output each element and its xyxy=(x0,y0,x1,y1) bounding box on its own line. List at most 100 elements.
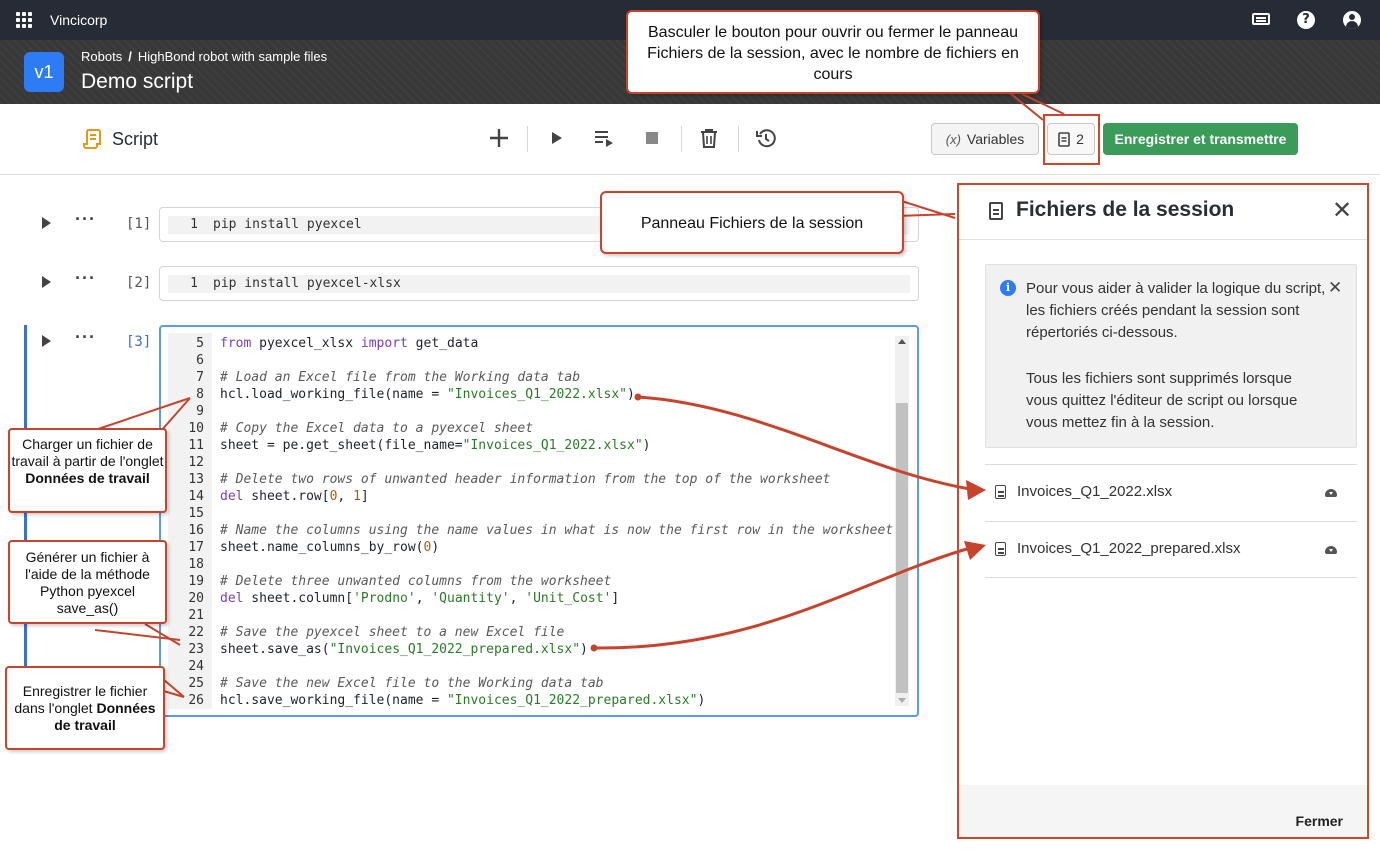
breadcrumb-robot[interactable]: HighBond robot with sample files xyxy=(138,49,327,64)
keyboard-icon[interactable] xyxy=(1252,13,1270,25)
code-line[interactable]: 16 # Name the columns using the name valu… xyxy=(168,522,893,539)
scroll-up-arrow[interactable] xyxy=(898,339,906,344)
scroll-thumb[interactable] xyxy=(896,403,908,693)
file-name[interactable]: Invoices_Q1_2022_prepared.xlsx xyxy=(1017,540,1240,557)
close-button[interactable]: Fermer xyxy=(1296,813,1343,829)
line-number: 16 xyxy=(188,523,204,538)
history-icon[interactable] xyxy=(754,126,778,150)
annotation-load-text: Charger un fichier de travail à partir d… xyxy=(11,436,164,469)
add-cell-icon[interactable] xyxy=(487,126,511,150)
code-cell-2[interactable]: 1 pip install pyexcel-xlsx xyxy=(159,266,919,301)
line-number: 12 xyxy=(188,455,204,470)
play-icon xyxy=(42,217,51,229)
panel-header: Fichiers de la session ✕ xyxy=(959,185,1367,240)
code-text[interactable]: hcl.load_working_file(name = "Invoices_Q… xyxy=(220,386,635,403)
script-toolbar: Script (x) Variables 2 Enregistrer et tr… xyxy=(0,104,1380,175)
info-paragraph-2: Tous les fichiers sont supprimés lorsque… xyxy=(1026,370,1298,431)
delete-cell-icon[interactable] xyxy=(697,126,721,150)
line-number: 25 xyxy=(188,676,204,691)
code-line[interactable]: pip install pyexcel-xlsx xyxy=(213,276,401,291)
code-text[interactable]: sheet = pe.get_sheet(file_name="Invoices… xyxy=(220,437,650,454)
code-line[interactable]: 11 sheet = pe.get_sheet(file_name="Invoic… xyxy=(168,437,888,454)
editor-scrollbar[interactable] xyxy=(895,336,909,706)
code-text[interactable]: del sheet.row[0, 1] xyxy=(220,488,369,505)
run-cell-3-button[interactable] xyxy=(42,335,51,347)
cell-1-menu-icon[interactable]: ··· xyxy=(75,210,96,228)
code-line[interactable]: 9 xyxy=(168,403,888,420)
code-line[interactable]: 7 # Load an Excel file from the Working d… xyxy=(168,369,888,386)
save-and-commit-button[interactable]: Enregistrer et transmettre xyxy=(1103,123,1298,155)
code-text[interactable]: from pyexcel_xlsx import get_data xyxy=(220,335,478,352)
code-line[interactable]: 5 from pyexcel_xlsx import get_data xyxy=(168,335,888,352)
run-cell-1-button[interactable] xyxy=(42,217,51,229)
file-row[interactable]: Invoices_Q1_2022_prepared.xlsx xyxy=(985,521,1357,578)
code-line[interactable]: 12 xyxy=(168,454,888,471)
file-name[interactable]: Invoices_Q1_2022.xlsx xyxy=(1017,483,1172,500)
cell-3-menu-icon[interactable]: ··· xyxy=(75,328,96,346)
play-icon xyxy=(42,335,51,347)
line-number: 8 xyxy=(196,387,204,402)
code-text[interactable]: # Save the pyexcel sheet to a new Excel … xyxy=(220,624,564,641)
script-scroll-icon xyxy=(83,129,101,149)
code-text[interactable]: # Delete two rows of unwanted header inf… xyxy=(220,471,830,488)
cell-2-index: [2] xyxy=(126,275,152,291)
file-row[interactable]: Invoices_Q1_2022.xlsx xyxy=(985,464,1357,521)
run-cell-icon[interactable] xyxy=(545,126,569,150)
code-line[interactable]: 8 hcl.load_working_file(name = "Invoices_… xyxy=(168,386,888,403)
code-text[interactable]: # Copy the Excel data to a pyexcel sheet xyxy=(220,420,533,437)
code-line[interactable]: 26 hcl.save_working_file(name = "Invoices… xyxy=(168,692,888,709)
help-icon[interactable]: ? xyxy=(1297,11,1315,29)
panel-title: Fichiers de la session xyxy=(1016,198,1235,221)
code-text[interactable]: # Save the new Excel file to the Working… xyxy=(220,675,604,692)
code-line[interactable]: 21 xyxy=(168,607,888,624)
stop-icon[interactable] xyxy=(640,126,664,150)
annotation-load-bold: Données de travail xyxy=(25,470,150,486)
run-all-icon[interactable] xyxy=(592,126,616,150)
breadcrumb-separator: / xyxy=(128,49,132,64)
toggle-highlight-box xyxy=(1043,114,1100,165)
breadcrumb-robots[interactable]: Robots xyxy=(81,49,122,64)
code-text[interactable]: # Name the columns using the name values… xyxy=(220,522,893,539)
org-name[interactable]: Vincicorp xyxy=(50,12,107,28)
scroll-down-arrow[interactable] xyxy=(898,698,906,703)
variables-label: Variables xyxy=(966,131,1025,147)
code-text[interactable]: hcl.save_working_file(name = "Invoices_Q… xyxy=(220,692,705,709)
cell-1-index: [1] xyxy=(126,216,152,232)
code-line[interactable]: pip install pyexcel xyxy=(213,217,362,232)
code-line[interactable]: 24 xyxy=(168,658,888,675)
code-line[interactable]: 18 xyxy=(168,556,888,573)
code-text[interactable]: # Load an Excel file from the Working da… xyxy=(220,369,580,386)
dismiss-info-icon[interactable]: ✕ xyxy=(1328,278,1342,298)
code-text[interactable]: # Delete three unwanted columns from the… xyxy=(220,573,611,590)
code-line[interactable]: 19 # Delete three unwanted columns from t… xyxy=(168,573,888,590)
download-cloud-icon[interactable] xyxy=(1325,546,1337,554)
code-text[interactable]: sheet.name_columns_by_row(0) xyxy=(220,539,439,556)
code-text[interactable]: sheet.save_as("Invoices_Q1_2022_prepared… xyxy=(220,641,588,658)
version-badge: v1 xyxy=(24,52,64,92)
line-number: 1 xyxy=(190,276,198,291)
cell-2-menu-icon[interactable]: ··· xyxy=(75,269,96,287)
code-line[interactable]: 15 xyxy=(168,505,888,522)
variables-button[interactable]: (x) Variables xyxy=(931,123,1039,155)
line-number: 11 xyxy=(188,438,204,453)
code-line[interactable]: 22 # Save the pyexcel sheet to a new Exce… xyxy=(168,624,888,641)
line-number: 15 xyxy=(188,506,204,521)
code-editor[interactable]: 5 from pyexcel_xlsx import get_data 6 7 # Lo… xyxy=(168,333,910,709)
code-line[interactable]: 17 sheet.name_columns_by_row(0) xyxy=(168,539,888,556)
user-avatar-icon[interactable] xyxy=(1343,11,1361,29)
code-line[interactable]: 6 xyxy=(168,352,888,369)
code-line[interactable]: 23 sheet.save_as("Invoices_Q1_2022_prepar… xyxy=(168,641,888,658)
variables-x-icon: (x) xyxy=(945,131,961,147)
close-panel-icon[interactable]: ✕ xyxy=(1332,196,1352,224)
code-line[interactable]: 20 del sheet.column['Prodno', 'Quantity',… xyxy=(168,590,888,607)
apps-grid-icon[interactable] xyxy=(16,12,32,28)
code-line[interactable]: 10 # Copy the Excel data to a pyexcel she… xyxy=(168,420,888,437)
code-line[interactable]: 25 # Save the new Excel file to the Worki… xyxy=(168,675,888,692)
code-line[interactable]: 13 # Delete two rows of unwanted header i… xyxy=(168,471,888,488)
run-cell-2-button[interactable] xyxy=(42,276,51,288)
download-cloud-icon[interactable] xyxy=(1325,489,1337,497)
line-number: 19 xyxy=(188,574,204,589)
toolbar-divider xyxy=(527,126,528,152)
code-text[interactable]: del sheet.column['Prodno', 'Quantity', '… xyxy=(220,590,619,607)
code-line[interactable]: 14 del sheet.row[0, 1] xyxy=(168,488,888,505)
